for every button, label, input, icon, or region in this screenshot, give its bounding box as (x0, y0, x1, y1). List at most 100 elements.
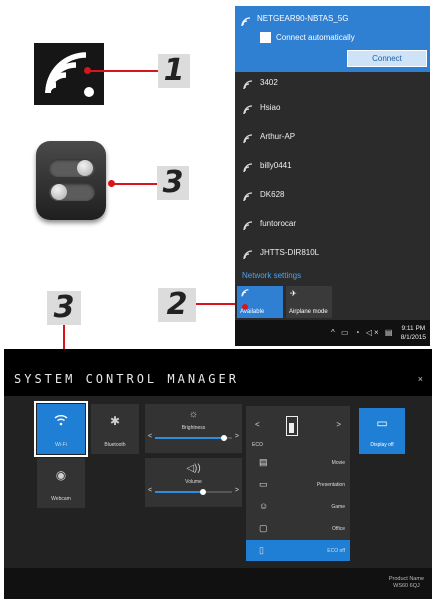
callout-dot-1 (84, 67, 91, 74)
eco-mode-icon: ☺ (259, 501, 269, 511)
brightness-decrease-icon[interactable]: < (148, 433, 152, 440)
quick-wifi-label: Available (240, 309, 265, 315)
eco-mode-item[interactable]: ▢ Office (246, 518, 350, 539)
wifi-icon (34, 43, 104, 105)
volume-decrease-icon[interactable]: < (148, 487, 152, 494)
volume-increase-icon[interactable]: > (235, 487, 239, 494)
callout-number-3b: 3 (47, 291, 81, 325)
callout-number-2: 2 (158, 288, 196, 322)
wifi-signal-icon (243, 189, 255, 207)
product-name-value: WS60 6QJ (393, 583, 420, 589)
network-item[interactable]: Hsiao (235, 94, 430, 123)
display-off-label: Display off (370, 442, 394, 448)
eco-mode-item[interactable]: ▭ Presentation (246, 474, 350, 495)
scm-title: SYSTEM CONTROL MANAGER (14, 372, 239, 386)
eco-mode-icon: ▯ (259, 545, 264, 555)
display-off-icon: ▭ (376, 416, 388, 430)
eco-mode-panel: < > ECO ▤ Movie ▭ Presentation ☺ Game ▢ Office ▯… (246, 406, 350, 561)
network-flyout: NETGEAR90-NBTAS_5G Connect automatically… (235, 6, 430, 346)
wifi-signal-icon (243, 247, 255, 265)
callout-number-3a: 3 (157, 166, 189, 200)
battery-icon (286, 416, 298, 436)
quick-airplane-label: Airplane mode (289, 309, 328, 315)
eco-next-icon[interactable]: > (336, 420, 341, 429)
eco-mode-name: Office (332, 526, 345, 532)
network-item[interactable]: billy0441 (235, 152, 430, 181)
wifi-signal-icon (241, 14, 253, 32)
brightness-icon: ☼ (188, 409, 199, 420)
network-item[interactable]: Arthur-AP (235, 123, 430, 152)
wifi-signal-icon (243, 131, 255, 149)
product-name: Product Name WS60 6QJ (389, 576, 424, 590)
system-tray-icons[interactable]: ^ ▭ ◔ ◁× ▤ (331, 328, 394, 337)
eco-mode-icon: ▤ (259, 457, 268, 467)
eco-mode-item[interactable]: ▤ Movie (246, 452, 350, 473)
network-item[interactable]: 3402 (235, 72, 430, 94)
volume-icon: ◁)) (186, 463, 201, 474)
eco-mode-name: Game (331, 504, 345, 510)
eco-mode-name: Presentation (316, 482, 345, 488)
clock-date: 8/1/2015 (400, 334, 426, 341)
eco-mode-item[interactable]: ▯ ECO off (246, 540, 350, 561)
eco-mode-icon: ▢ (259, 523, 268, 533)
wifi-signal-icon (243, 102, 255, 120)
bluetooth-icon: ✱ (109, 414, 121, 428)
quick-action-wifi[interactable]: Available (237, 286, 283, 318)
quick-action-airplane[interactable]: ✈ Airplane mode (286, 286, 332, 318)
brightness-control: ☼ Brightness < > (145, 404, 242, 453)
brightness-label: Brightness (181, 425, 206, 431)
network-name: Arthur-AP (260, 132, 296, 141)
eco-mode-icon: ▭ (259, 479, 268, 489)
callout-number-1: 1 (158, 54, 190, 88)
connect-button[interactable]: Connect (347, 50, 427, 67)
eco-mode-name: ECO off (327, 548, 345, 554)
network-list: 3402 Hsiao Arthur-AP billy0441 DK628 funtoroc… (235, 72, 430, 268)
connect-automatically-label: Connect automatically (276, 33, 355, 42)
network-item[interactable]: DK628 (235, 181, 430, 210)
volume-label: Volume (185, 479, 202, 485)
callout-connector-1 (88, 70, 158, 72)
close-icon[interactable]: × (418, 374, 423, 384)
network-name: billy0441 (260, 161, 292, 170)
network-name: JHTTS-DIR810L (260, 248, 320, 257)
webcam-label: Webcam (51, 496, 71, 502)
bluetooth-label: Bluetooth (104, 442, 126, 448)
wifi-tile-highlight (34, 401, 88, 457)
connected-ssid: NETGEAR90-NBTAS_5G (257, 14, 349, 23)
eco-mode-item[interactable]: ☺ Game (246, 496, 350, 517)
callout-dot-3a (108, 180, 115, 187)
callout-connector-3a (112, 183, 157, 185)
wifi-signal-icon (243, 77, 255, 95)
brightness-slider[interactable] (155, 435, 232, 441)
network-name: Hsiao (260, 103, 281, 112)
volume-control: ◁)) Volume < > (145, 458, 242, 507)
webcam-icon: ◉ (55, 468, 67, 482)
taskbar: ^ ▭ ◔ ◁× ▤ 9:11 PM 8/1/2015 (235, 320, 430, 346)
scm-footer (4, 568, 432, 599)
taskbar-clock[interactable]: 9:11 PM 8/1/2015 (401, 324, 426, 342)
wifi-quick-icon (241, 289, 251, 299)
network-item[interactable]: JHTTS-DIR810L (235, 239, 430, 268)
brightness-increase-icon[interactable]: > (235, 433, 239, 440)
toggle-switch-icon (36, 141, 106, 220)
network-name: DK628 (260, 190, 285, 199)
connected-network-panel[interactable]: NETGEAR90-NBTAS_5G Connect automatically… (235, 6, 430, 72)
airplane-icon: ✈ (290, 289, 297, 298)
network-settings-link[interactable]: Network settings (242, 271, 301, 280)
eco-mode-name: Movie (331, 460, 345, 466)
eco-selector: < > ECO (246, 406, 350, 450)
connect-automatically-checkbox[interactable] (260, 32, 271, 43)
network-item[interactable]: funtorocar (235, 210, 430, 239)
bluetooth-toggle[interactable]: ✱ Bluetooth (91, 404, 139, 454)
network-name: 3402 (260, 78, 278, 87)
product-name-label: Product Name (388, 576, 424, 582)
network-name: funtorocar (260, 219, 297, 228)
eco-prev-icon[interactable]: < (255, 420, 260, 429)
wifi-signal-icon (243, 218, 255, 236)
display-off-button[interactable]: ▭ Display off (359, 408, 405, 454)
clock-time: 9:11 PM (401, 325, 426, 332)
webcam-toggle[interactable]: ◉ Webcam (37, 458, 85, 508)
eco-label: ECO (252, 442, 263, 448)
wifi-signal-icon (243, 160, 255, 178)
volume-slider[interactable] (155, 489, 232, 495)
